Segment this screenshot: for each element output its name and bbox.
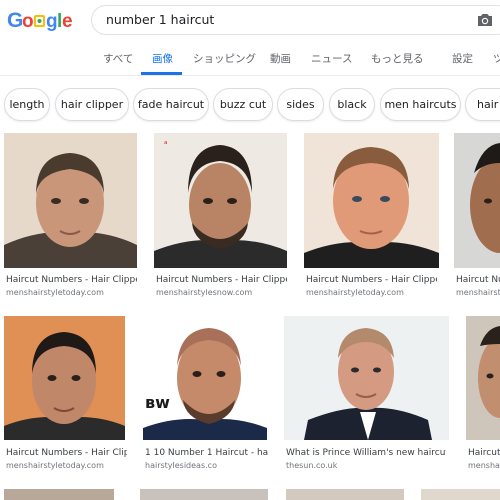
- result-source: menshai: [468, 461, 500, 470]
- chip-length[interactable]: length: [4, 88, 50, 121]
- chip-label: length: [9, 98, 45, 111]
- result-title[interactable]: Haircut Numbers - Hair Clippe...: [306, 275, 437, 285]
- google-logo[interactable]: G o g l e: [6, 6, 73, 36]
- result-title[interactable]: Haircut Nu: [456, 275, 500, 285]
- chip-label: hair s: [477, 98, 500, 111]
- chip-label: men haircuts: [384, 98, 457, 111]
- camera-icon[interactable]: [476, 12, 494, 28]
- result-thumbnail-partial[interactable]: [4, 489, 114, 500]
- chip-label: sides: [286, 98, 315, 111]
- result-thumbnail[interactable]: [466, 316, 500, 440]
- result-source: menshairstyletoday.com: [306, 288, 404, 297]
- search-input[interactable]: number 1 haircut: [106, 12, 214, 27]
- search-tabs: すべて 画像 ショッピング 動画 ニュース もっと見る 設定 ツ: [0, 44, 500, 76]
- result-source: thesun.co.uk: [286, 461, 338, 470]
- result-thumbnail[interactable]: [4, 133, 137, 268]
- google-logo-image: G o g l e: [7, 9, 73, 32]
- result-thumbnail-partial[interactable]: [421, 489, 500, 500]
- svg-text:ᵃ: ᵃ: [164, 140, 168, 150]
- result-thumbnail[interactable]: ʙw: [143, 316, 267, 440]
- portrait-image: [4, 316, 125, 440]
- result-thumbnail[interactable]: [454, 133, 500, 268]
- tab-shopping[interactable]: ショッピング: [193, 51, 256, 66]
- chip-label: black: [337, 98, 367, 111]
- result-thumbnail[interactable]: [284, 316, 449, 440]
- portrait-image: [304, 133, 439, 268]
- portrait-image: [466, 316, 500, 440]
- chip-sides[interactable]: sides: [277, 88, 324, 121]
- tab-images[interactable]: 画像: [152, 51, 173, 66]
- search-box[interactable]: number 1 haircut: [91, 5, 500, 35]
- result-title[interactable]: Haircut Numbers - Hair Clippe...: [156, 275, 287, 285]
- portrait-image: ᵃ: [154, 133, 287, 268]
- result-thumbnail-partial[interactable]: [140, 489, 268, 500]
- svg-text:g: g: [46, 11, 58, 32]
- result-source: menshairstyletoday.com: [6, 461, 104, 470]
- result-source: hairstylesideas.co: [145, 461, 217, 470]
- tabs-divider: [0, 75, 500, 76]
- portrait-image: [454, 133, 500, 268]
- result-thumbnail[interactable]: ᵃ: [154, 133, 287, 268]
- result-title[interactable]: Haircut: [468, 448, 500, 458]
- tab-all[interactable]: すべて: [103, 51, 133, 66]
- svg-text:G: G: [7, 9, 23, 32]
- portrait-image: ʙw: [143, 316, 267, 440]
- result-thumbnail[interactable]: [4, 316, 125, 440]
- result-title[interactable]: 1 10 Number 1 Haircut - hai...: [145, 448, 269, 458]
- result-title[interactable]: What is Prince William's new haircut, ..…: [286, 448, 446, 458]
- chip-hair-styles[interactable]: hair s: [465, 88, 500, 121]
- result-thumbnail-partial[interactable]: [286, 489, 404, 500]
- tab-settings[interactable]: 設定: [452, 51, 473, 66]
- chip-label: fade haircut: [137, 98, 205, 111]
- chip-hair-clipper[interactable]: hair clipper: [55, 88, 129, 121]
- tab-news[interactable]: ニュース: [311, 51, 352, 66]
- tab-videos[interactable]: 動画: [270, 51, 291, 66]
- svg-text:ʙw: ʙw: [145, 393, 170, 412]
- result-title[interactable]: Haircut Numbers - Hair Clipper...: [6, 275, 137, 285]
- result-source: menshairstyletoday.com: [6, 288, 104, 297]
- chip-fade-haircut[interactable]: fade haircut: [133, 88, 209, 121]
- chip-label: buzz cut: [219, 98, 267, 111]
- result-source: menshairstylesnow.com: [156, 288, 253, 297]
- portrait-image: [4, 133, 137, 268]
- svg-text:e: e: [62, 11, 72, 32]
- svg-text:o: o: [22, 11, 34, 32]
- result-title[interactable]: Haircut Numbers - Hair Clip...: [6, 448, 127, 458]
- tab-more[interactable]: もっと見る: [371, 51, 424, 66]
- chip-label: hair clipper: [60, 98, 124, 111]
- chip-men-haircuts[interactable]: men haircuts: [380, 88, 461, 121]
- portrait-image: [284, 316, 449, 440]
- tab-tools[interactable]: ツ: [493, 51, 500, 66]
- result-thumbnail[interactable]: [304, 133, 439, 268]
- result-source: menshairst: [456, 288, 500, 297]
- chip-black[interactable]: black: [329, 88, 375, 121]
- chip-buzz-cut[interactable]: buzz cut: [213, 88, 273, 121]
